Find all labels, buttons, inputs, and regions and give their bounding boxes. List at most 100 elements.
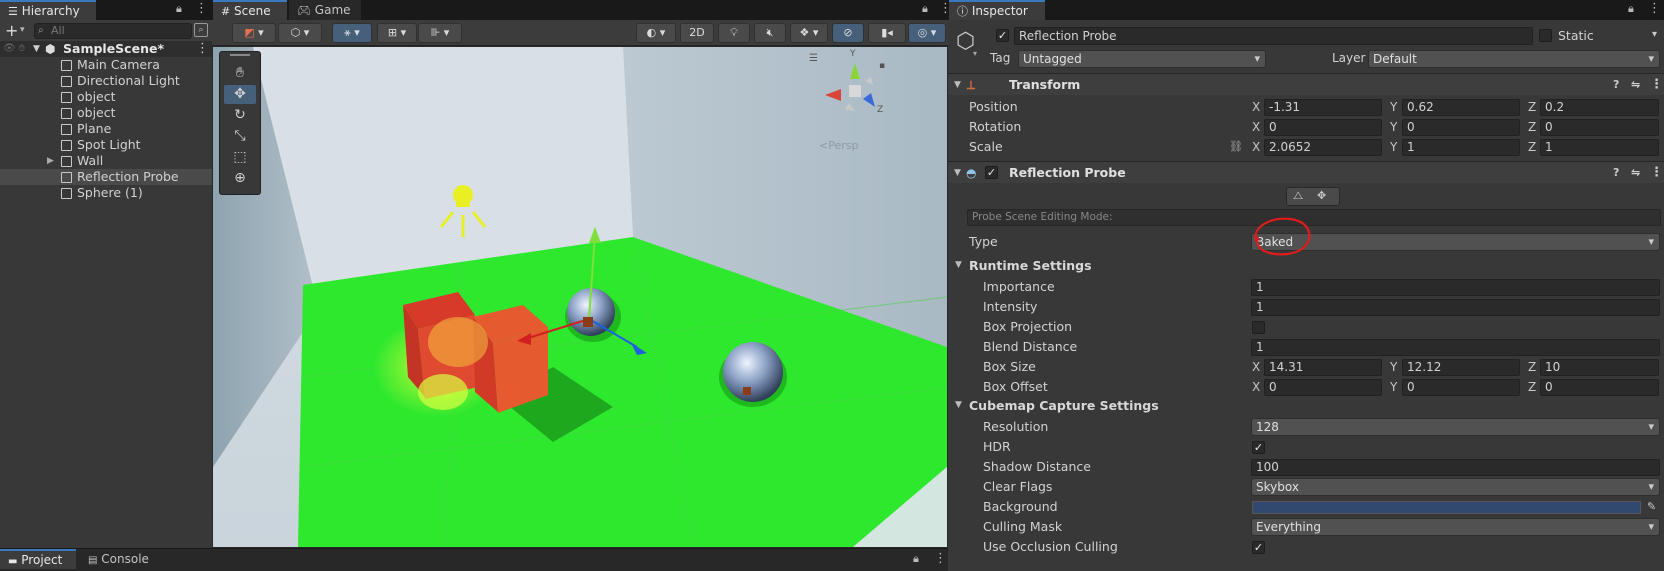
pivot-rotation-button[interactable]: ⚹ ▾ — [332, 23, 372, 43]
box-size-z-field[interactable]: 10 — [1540, 359, 1659, 376]
tab-game[interactable]: 🎮︎ Game — [289, 0, 361, 20]
hierarchy-item-object-2[interactable]: object — [0, 105, 212, 121]
collapse-arrow-icon[interactable]: ▼ — [954, 74, 961, 96]
static-checkbox[interactable] — [1539, 29, 1552, 42]
tab-hierarchy[interactable]: ☰ Hierarchy — [0, 0, 96, 20]
component-menu-icon[interactable]: ⋮ — [1650, 162, 1663, 184]
grid-snap-button[interactable]: ⊞ ▾ — [377, 23, 417, 43]
rotation-y-field[interactable]: 0 — [1402, 119, 1520, 136]
box-size-y-field[interactable]: 12.12 — [1402, 359, 1520, 376]
culling-mask-dropdown[interactable]: Everything — [1251, 518, 1660, 536]
gizmo-lock-icon[interactable]: ▪ — [879, 61, 885, 71]
scene-visibility-icon[interactable]: ⌕ — [194, 23, 208, 37]
scale-y-field[interactable]: 1 — [1402, 139, 1520, 156]
tab-project[interactable]: ▬ Project — [0, 549, 76, 569]
draw-mode-button[interactable]: ◩ ▾ — [232, 23, 276, 43]
hierarchy-item-reflection-probe[interactable]: Reflection Probe — [0, 169, 212, 185]
scene-visibility-toggle[interactable]: ⊘ — [832, 23, 864, 43]
box-projection-checkbox[interactable] — [1252, 321, 1265, 334]
scale-x-field[interactable]: 2.0652 — [1264, 139, 1382, 156]
tab-scene[interactable]: # Scene — [213, 0, 287, 20]
layer-dropdown[interactable]: Default — [1368, 50, 1660, 68]
rect-tool-icon[interactable]: ⬚ — [224, 148, 256, 167]
object-name-field[interactable]: Reflection Probe — [1014, 27, 1533, 45]
importance-field[interactable]: 1 — [1251, 279, 1660, 296]
orientation-gizmo[interactable]: Y Z ▪ — [819, 49, 891, 127]
pickable-hand-icon[interactable]: ✋︎ — [19, 41, 25, 57]
bottom-more-icon[interactable]: ⋮ — [934, 551, 947, 566]
clear-flags-dropdown[interactable]: Skybox — [1251, 478, 1660, 496]
more-options-icon[interactable]: ⋮ — [195, 1, 208, 16]
palette-drag-handle[interactable] — [230, 54, 250, 56]
inspector-lock-icon[interactable]: 🔒︎ — [1628, 2, 1634, 16]
help-icon[interactable]: ? — [1613, 74, 1619, 96]
bottom-lock-icon[interactable]: 🔒︎ — [913, 552, 919, 566]
box-offset-z-field[interactable]: 0 — [1540, 379, 1659, 396]
hierarchy-item-spot-light[interactable]: Spot Light — [0, 137, 212, 153]
shadow-distance-field[interactable]: 100 — [1251, 459, 1660, 476]
background-color-swatch[interactable] — [1252, 501, 1641, 514]
help-icon[interactable]: ? — [1613, 162, 1619, 184]
persp-label[interactable]: <Persp — [819, 139, 858, 152]
tab-console[interactable]: ▤ Console — [80, 549, 162, 569]
expand-arrow-icon[interactable]: ▶ — [47, 153, 54, 169]
hierarchy-scene-root[interactable]: 👁︎ ✋︎ ▼ ⬢ SampleScene* ⋮ — [0, 41, 212, 57]
lighting-toggle[interactable]: 💡︎ — [718, 23, 750, 43]
gizmos-button[interactable]: ◎ ▾ — [908, 23, 946, 43]
eyedropper-icon[interactable]: ✎ — [1647, 497, 1656, 517]
position-y-field[interactable]: 0.62 — [1402, 99, 1520, 116]
scale-tool-icon[interactable]: ⤡ — [224, 127, 256, 146]
active-checkbox[interactable]: ✓ — [996, 29, 1009, 42]
scene-viewport[interactable]: ✋︎ ✥ ↻ ⤡ ⬚ ⊕ ☰ Y Z ▪ <Persp — [213, 47, 947, 547]
hand-tool-icon[interactable]: ✋︎ — [224, 64, 256, 83]
move-tool-icon[interactable]: ✥ — [224, 85, 256, 104]
edit-origin-icon[interactable]: ✥ — [1317, 189, 1326, 202]
position-z-field[interactable]: 0.2 — [1540, 99, 1659, 116]
position-x-field[interactable]: -1.31 — [1264, 99, 1382, 116]
scene-menu-icon[interactable]: ⋮ — [196, 41, 209, 57]
occlusion-checkbox[interactable]: ✓ — [1252, 541, 1265, 554]
rotate-tool-icon[interactable]: ↻ — [224, 106, 256, 125]
presets-icon[interactable]: ⇋ — [1631, 74, 1640, 96]
probe-enabled-checkbox[interactable]: ✓ — [985, 166, 998, 179]
hierarchy-item-object[interactable]: object — [0, 89, 212, 105]
intensity-field[interactable]: 1 — [1251, 299, 1660, 316]
hierarchy-item-main-camera[interactable]: Main Camera — [0, 57, 212, 73]
icon-dropdown-icon[interactable]: ▾ — [973, 49, 977, 58]
resolution-dropdown[interactable]: 128 — [1251, 418, 1660, 436]
expand-arrow-icon[interactable]: ▼ — [33, 41, 40, 57]
inspector-more-icon[interactable]: ⋮ — [1648, 1, 1661, 16]
transform-header[interactable]: ▼ ⟂ Transform ? ⇋ ⋮ — [948, 73, 1664, 95]
audio-toggle[interactable]: 🔇︎ — [754, 23, 786, 43]
hierarchy-item-plane[interactable]: Plane — [0, 121, 212, 137]
static-dropdown-icon[interactable]: ▾ — [1652, 29, 1657, 40]
lock-icon[interactable]: 🔒︎ — [176, 2, 182, 16]
add-icon[interactable]: + — [5, 21, 18, 40]
cubemap-collapse-icon[interactable]: ▼ — [955, 400, 962, 410]
transform-tool-icon[interactable]: ⊕ — [224, 169, 256, 188]
render-mode-button[interactable]: ⬡ ▾ — [278, 23, 322, 43]
link-scale-icon[interactable]: ⛓︎ — [1229, 137, 1243, 157]
box-size-x-field[interactable]: 14.31 — [1264, 359, 1382, 376]
tab-inspector[interactable]: ⓘ Inspector — [949, 0, 1045, 20]
hierarchy-search-input[interactable]: ⌕ All — [34, 23, 192, 39]
box-offset-y-field[interactable]: 0 — [1402, 379, 1520, 396]
tag-dropdown[interactable]: Untagged — [1018, 50, 1266, 68]
scale-z-field[interactable]: 1 — [1540, 139, 1659, 156]
edit-bounds-icon[interactable]: ⧍ — [1293, 189, 1303, 203]
camera-view-button[interactable]: ◐ ▾ — [636, 23, 676, 43]
add-dropdown-chevron-icon[interactable]: ▾ — [20, 25, 25, 35]
mode-2d-toggle[interactable]: 2D — [680, 23, 714, 43]
overlay-menu-icon[interactable]: ☰ — [809, 53, 818, 64]
hdr-checkbox[interactable]: ✓ — [1252, 441, 1265, 454]
hierarchy-item-wall[interactable]: ▶ Wall — [0, 153, 212, 169]
blend-distance-field[interactable]: 1 — [1251, 339, 1660, 356]
camera-settings-button[interactable]: ▮◂ — [868, 23, 906, 43]
box-offset-x-field[interactable]: 0 — [1264, 379, 1382, 396]
rotation-z-field[interactable]: 0 — [1540, 119, 1659, 136]
visibility-eye-icon[interactable]: 👁︎ — [3, 41, 16, 57]
effects-toggle[interactable]: ❖ ▾ — [790, 23, 828, 43]
scene-lock-icon[interactable]: 🔒︎ — [922, 2, 928, 16]
runtime-settings-title[interactable]: Runtime Settings — [969, 258, 1092, 273]
collapse-arrow-icon[interactable]: ▼ — [954, 162, 961, 184]
